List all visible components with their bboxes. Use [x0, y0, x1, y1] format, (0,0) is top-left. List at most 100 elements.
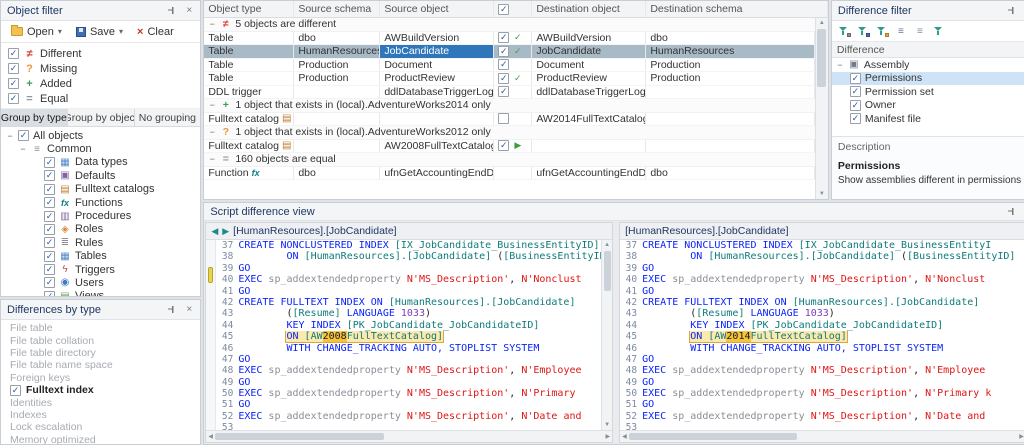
pin-icon[interactable] — [164, 4, 178, 18]
list-item-identities[interactable]: Identities — [1, 396, 200, 408]
scroll-left-icon[interactable]: ◀ — [208, 433, 213, 440]
checkbox[interactable]: ✓ — [44, 157, 55, 168]
table-row[interactable]: TabledboAWBuildVersion✓✓AWBuildVersiondb… — [204, 32, 815, 46]
collapse-icon[interactable]: − — [19, 144, 27, 154]
tree-item-triggers[interactable]: ✓ϟTriggers — [1, 263, 200, 276]
checkbox[interactable]: ✓ — [44, 170, 55, 181]
pin-icon[interactable] — [1005, 4, 1019, 18]
tree-item-common[interactable]: −≡Common — [1, 142, 200, 155]
pane-vertical-scrollbar[interactable]: ▲▼ — [601, 240, 612, 430]
tab-group-by-type[interactable]: Group by type — [1, 109, 68, 126]
checkbox[interactable]: ✓ — [498, 73, 509, 84]
next-difference-button[interactable]: ▶ — [222, 226, 229, 237]
list-view-icon[interactable]: ≡ — [913, 25, 927, 37]
group-row-different[interactable]: −≠5 objects are different — [204, 18, 815, 32]
group-row-equal[interactable]: −=160 objects are equal — [204, 153, 815, 167]
checkbox[interactable]: ✓ — [850, 113, 861, 124]
tree-item-views[interactable]: ✓▤Views — [1, 290, 200, 296]
tree-item-fulltext-catalogs[interactable]: ✓▤Fulltext catalogs — [1, 183, 200, 196]
table-row[interactable]: FunctionfxdboufnGetAccountingEndDateufnG… — [204, 167, 815, 181]
table-row[interactable]: TableProductionProductReview✓✓ProductRev… — [204, 72, 815, 86]
open-button[interactable]: Open ▾ — [5, 23, 68, 41]
table-row[interactable]: DDL triggerddlDatabaseTriggerLog✓ddlData… — [204, 86, 815, 100]
checkbox[interactable]: ✓ — [850, 100, 861, 111]
checkbox[interactable]: ✓ — [44, 291, 55, 296]
status-filter-missing[interactable]: ✓?Missing — [1, 61, 200, 76]
checkbox[interactable]: ✓ — [498, 86, 509, 97]
checkbox[interactable]: ✓ — [44, 237, 55, 248]
edit-filter-icon[interactable] — [837, 25, 851, 37]
checkbox[interactable]: ✓ — [44, 211, 55, 222]
column-source-schema[interactable]: Source schema — [294, 1, 380, 17]
open-filter-icon[interactable] — [875, 25, 889, 37]
checkbox[interactable]: ✓ — [44, 197, 55, 208]
tree-item-users[interactable]: ✓◉Users — [1, 276, 200, 289]
close-icon[interactable]: × — [182, 303, 196, 317]
tree-item-procedures[interactable]: ✓▥Procedures — [1, 209, 200, 222]
column-object-type[interactable]: Object type — [204, 1, 294, 17]
checkbox[interactable]: ✓ — [44, 251, 55, 262]
scroll-thumb[interactable] — [817, 29, 826, 87]
checkbox[interactable]: ✓ — [498, 140, 509, 151]
list-item-file-table-collation[interactable]: File table collation — [1, 334, 200, 346]
scroll-up-icon[interactable]: ▲ — [819, 19, 825, 27]
tree-item-rules[interactable]: ✓≣Rules — [1, 236, 200, 249]
checkbox[interactable]: ✓ — [18, 130, 29, 141]
tree-item-all-objects[interactable]: −✓All objects — [1, 129, 200, 142]
group-view-icon[interactable]: ≡ — [894, 25, 908, 37]
save-button[interactable]: Save ▾ — [70, 23, 129, 41]
scroll-thumb[interactable] — [629, 433, 798, 440]
list-item-file-table-directory[interactable]: File table directory — [1, 347, 200, 359]
list-item-fulltext-index[interactable]: ✓Fulltext index — [1, 384, 200, 396]
pane-horizontal-scrollbar[interactable]: ◀▶ — [620, 430, 1024, 442]
column-source-object[interactable]: Source object — [380, 1, 494, 17]
list-item-memory-optimized[interactable]: Memory optimized — [1, 434, 200, 444]
checkbox[interactable]: ✓ — [44, 184, 55, 195]
group-row-added[interactable]: −+1 object that exists in (local).Advent… — [204, 99, 815, 113]
checkbox[interactable]: ✓ — [10, 385, 21, 396]
tree-item-functions[interactable]: ✓fxFunctions — [1, 196, 200, 209]
group-row-missing[interactable]: −?1 object that exists in (local).Advent… — [204, 126, 815, 140]
collapse-icon[interactable]: − — [208, 127, 216, 137]
table-row[interactable]: Fulltext catalog▤AW2008FullTextCatalog✓▶ — [204, 140, 815, 154]
filter-item-owner[interactable]: ✓Owner — [832, 99, 1024, 113]
checkbox[interactable]: ✓ — [498, 32, 509, 43]
checkbox[interactable]: ✓ — [498, 59, 509, 70]
column-destination-schema[interactable]: Destination schema — [646, 1, 828, 17]
tree-item-defaults[interactable]: ✓▣Defaults — [1, 169, 200, 182]
filter-item-permission-set[interactable]: ✓Permission set — [832, 85, 1024, 99]
tree-item-roles[interactable]: ✓◈Roles — [1, 223, 200, 236]
list-item-foreign-keys[interactable]: Foreign keys — [1, 372, 200, 384]
diff-map-marker[interactable] — [208, 267, 213, 283]
grid-vertical-scrollbar[interactable]: ▲ ▼ — [815, 18, 828, 199]
collapse-icon[interactable]: − — [208, 154, 216, 164]
status-filter-different[interactable]: ✓≠Different — [1, 46, 200, 61]
pin-icon[interactable] — [164, 303, 178, 317]
list-item-indexes[interactable]: Indexes — [1, 409, 200, 421]
scroll-left-icon[interactable]: ◀ — [622, 433, 627, 440]
checkbox[interactable]: ✓ — [44, 224, 55, 235]
scroll-thumb[interactable] — [604, 251, 611, 291]
tab-group-by-object[interactable]: Group by object — [68, 109, 135, 126]
checkbox[interactable] — [498, 113, 509, 124]
table-row[interactable]: TableHumanResourcesJobCandidate✓✓JobCand… — [204, 45, 815, 59]
clear-button[interactable]: × Clear — [131, 23, 180, 41]
status-filter-equal[interactable]: ✓=Equal — [1, 91, 200, 106]
difference-column-header[interactable]: Difference ▾ — [832, 42, 1024, 58]
column-sync-checkbox[interactable]: ✓ — [494, 1, 532, 17]
checkbox[interactable]: ✓ — [498, 46, 509, 57]
list-item-file-table-name-space[interactable]: File table name space — [1, 359, 200, 371]
code-editor[interactable]: 37CREATE NONCLUSTERED INDEX [IX_JobCandi… — [216, 240, 601, 430]
scroll-right-icon[interactable]: ▶ — [1019, 433, 1024, 440]
close-icon[interactable]: × — [182, 4, 196, 18]
save-filter-icon[interactable] — [856, 25, 870, 37]
scroll-up-icon[interactable]: ▲ — [604, 241, 610, 249]
scroll-thumb[interactable] — [215, 433, 384, 440]
status-filter-added[interactable]: ✓+Added — [1, 76, 200, 91]
list-item-lock-escalation[interactable]: Lock escalation — [1, 421, 200, 433]
checkbox[interactable]: ✓ — [850, 86, 861, 97]
tree-item-data-types[interactable]: ✓▦Data types — [1, 156, 200, 169]
checkbox[interactable]: ✓ — [8, 93, 19, 104]
tab-no-grouping[interactable]: No grouping — [135, 109, 201, 126]
checkbox[interactable]: ✓ — [44, 264, 55, 275]
